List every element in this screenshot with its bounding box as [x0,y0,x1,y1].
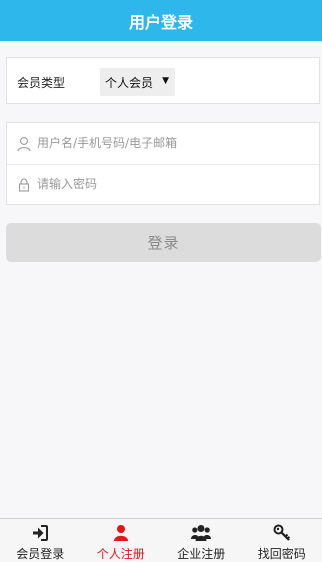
tab-member-login[interactable]: 会员登录 [0,519,81,562]
member-type-select[interactable]: 个人会员 ▼ [100,68,175,96]
tab-recover-password[interactable]: 找回密码 [242,519,322,562]
bottom-tab-bar: 会员登录 个人注册 企业注册 找回密码 [0,518,322,562]
login-button-label: 登录 [147,234,180,252]
tab-enterprise-register[interactable]: 企业注册 [161,519,242,562]
tab-personal-register[interactable]: 个人注册 [81,519,162,562]
password-row [7,164,319,205]
tab-label: 企业注册 [177,547,226,561]
login-button[interactable]: 登录 [6,223,321,262]
user-icon [113,525,128,541]
sign-in-icon [33,525,49,541]
password-input[interactable] [37,173,307,195]
user-outline-icon [17,137,31,152]
username-input[interactable] [37,132,307,154]
member-type-label: 会员类型 [17,76,66,90]
member-type-row: 会员类型 个人会员 ▼ [6,57,320,104]
app-header: 用户登录 [0,0,322,41]
lock-icon [18,178,30,192]
member-type-value: 个人会员 [105,75,154,90]
users-icon [191,525,212,541]
tab-label: 个人注册 [96,547,145,561]
tab-label: 会员登录 [16,547,65,561]
key-icon [273,524,290,541]
dropdown-arrow-icon: ▼ [162,76,169,86]
page-title: 用户登录 [128,12,193,32]
login-form [6,122,320,205]
username-row [7,123,319,165]
tab-label: 找回密码 [257,547,306,561]
